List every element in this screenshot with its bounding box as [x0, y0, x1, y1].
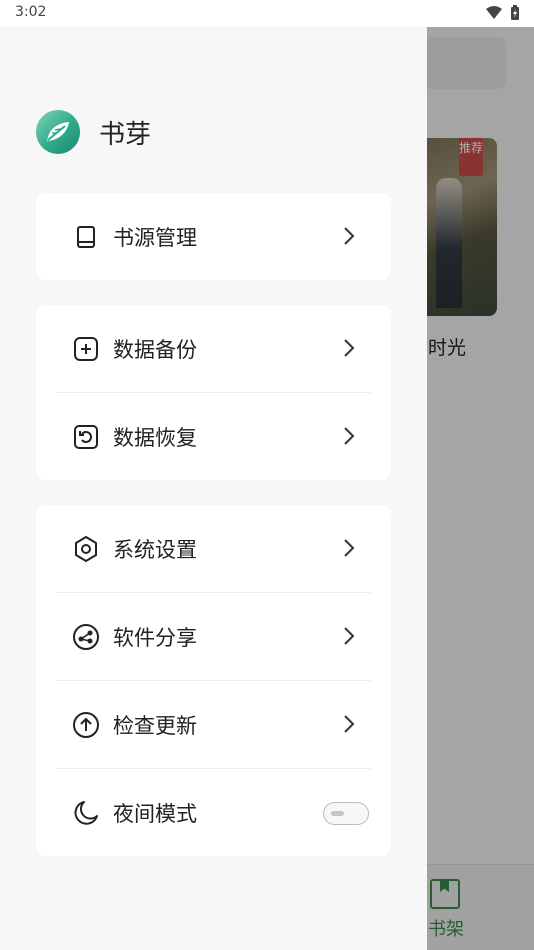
chevron-right-icon [344, 227, 355, 245]
status-time: 3:02 [15, 4, 47, 20]
menu-label: 系统设置 [113, 537, 197, 562]
gear-icon [72, 535, 100, 563]
menu-label: 书源管理 [113, 225, 197, 250]
menu-item-restore[interactable]: 数据恢复 [36, 393, 391, 480]
add-box-icon [72, 335, 100, 363]
battery-icon [511, 5, 519, 20]
menu-label: 检查更新 [113, 713, 197, 738]
moon-icon [72, 799, 100, 827]
navigation-drawer: 书芽 书源管理 数据备份 数据恢复 系统设置 软件分享 检查更新 夜间模式 [0, 27, 427, 950]
menu-item-book-source[interactable]: 书源管理 [36, 193, 391, 280]
menu-label: 数据恢复 [113, 425, 197, 450]
chevron-right-icon [344, 627, 355, 645]
wifi-icon [486, 6, 502, 19]
app-header: 书芽 [36, 110, 151, 154]
chevron-right-icon [344, 539, 355, 557]
menu-item-update[interactable]: 检查更新 [36, 681, 391, 768]
menu-item-night-mode[interactable]: 夜间模式 [36, 769, 391, 856]
menu-card-source: 书源管理 [36, 193, 391, 280]
upload-arrow-icon [72, 711, 100, 739]
status-icons [486, 5, 520, 21]
toggle-knob [331, 811, 344, 816]
menu-item-backup[interactable]: 数据备份 [36, 305, 391, 392]
menu-card-data: 数据备份 数据恢复 [36, 305, 391, 480]
menu-label: 数据备份 [113, 337, 197, 362]
night-mode-toggle[interactable] [323, 802, 369, 825]
share-icon [72, 623, 100, 651]
chevron-right-icon [344, 715, 355, 733]
status-bar: 3:02 [0, 0, 534, 27]
chevron-right-icon [344, 339, 355, 357]
menu-item-share[interactable]: 软件分享 [36, 593, 391, 680]
menu-item-settings[interactable]: 系统设置 [36, 505, 391, 592]
book-icon [72, 223, 100, 251]
app-name: 书芽 [99, 119, 152, 150]
menu-label: 夜间模式 [113, 801, 197, 826]
leaf-icon [47, 122, 69, 141]
menu-card-system: 系统设置 软件分享 检查更新 夜间模式 [36, 505, 391, 856]
app-logo [36, 110, 80, 154]
menu-label: 软件分享 [113, 625, 197, 650]
restore-icon [72, 423, 100, 451]
chevron-right-icon [344, 427, 355, 445]
